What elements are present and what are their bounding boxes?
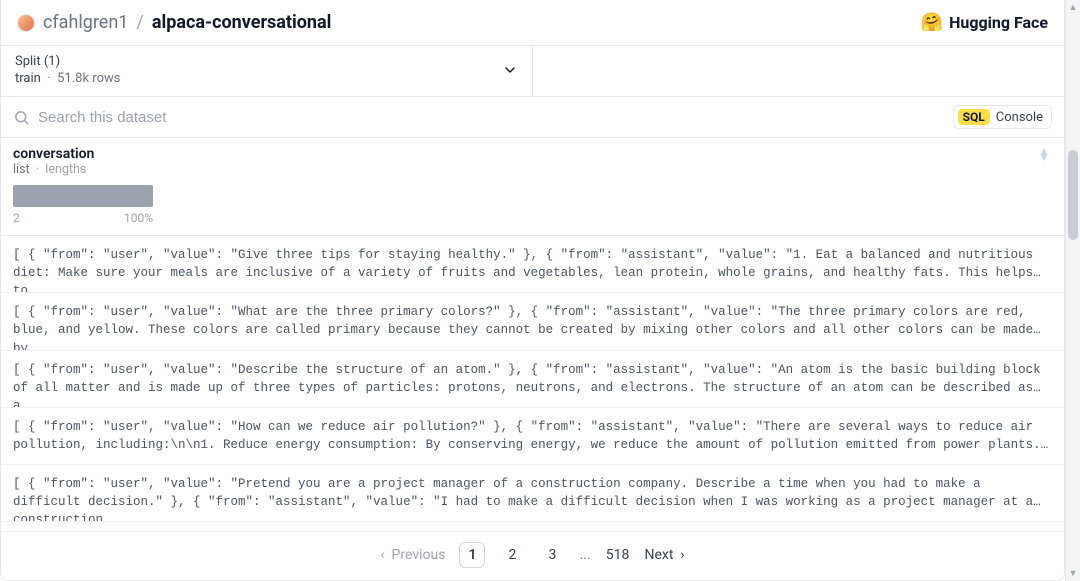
brand-logo[interactable]: 🤗 Hugging Face: [921, 12, 1048, 33]
dataset-name[interactable]: alpaca-conversational: [152, 12, 332, 33]
huggingface-icon: 🤗: [921, 12, 943, 33]
owner-link[interactable]: cfahlgren1: [43, 12, 128, 33]
pagination: ‹ Previous 1 2 3 ... 518 Next ›: [1, 531, 1064, 580]
split-row: Split (1) train · 51.8k rows: [1, 46, 1064, 97]
rows-container: [ { "from": "user", "value": "Give three…: [1, 236, 1064, 531]
split-selector[interactable]: Split (1) train · 51.8k rows: [1, 46, 533, 96]
sql-console-button[interactable]: SQL Console: [953, 105, 1052, 129]
page-2-button[interactable]: 2: [499, 542, 525, 568]
split-label: Split (1): [15, 54, 120, 69]
header-bar: cfahlgren1 / alpaca-conversational 🤗 Hug…: [1, 0, 1064, 46]
scrollbar-thumb[interactable]: [1068, 150, 1078, 240]
breadcrumb: cfahlgren1 / alpaca-conversational: [17, 12, 331, 33]
table-row[interactable]: [ { "from": "user", "value": "Write a co…: [1, 522, 1064, 531]
page-ellipsis: ...: [579, 547, 590, 563]
table-row[interactable]: [ { "from": "user", "value": "What are t…: [1, 293, 1064, 350]
search-input[interactable]: [38, 109, 941, 126]
brand-label: Hugging Face: [949, 13, 1048, 32]
sql-console-label: Console: [996, 110, 1043, 125]
split-meta: train · 51.8k rows: [15, 71, 120, 86]
chevron-down-icon: [502, 62, 518, 78]
table-row[interactable]: [ { "from": "user", "value": "Pretend yo…: [1, 465, 1064, 522]
page-last-button[interactable]: 518: [605, 542, 631, 568]
column-header[interactable]: ▲▼ conversation list · lengths 2 100%: [1, 138, 1064, 236]
column-name: conversation: [13, 146, 1052, 162]
page-1-button[interactable]: 1: [459, 542, 485, 568]
search-row: SQL Console: [1, 97, 1064, 138]
split-name: train: [15, 71, 41, 86]
hist-min: 2: [13, 211, 20, 225]
scroll-up-arrow-icon[interactable]: ▲: [1066, 0, 1080, 15]
column-type: list · lengths: [13, 162, 1052, 177]
chevron-right-icon: ›: [680, 547, 684, 563]
sql-chip: SQL: [958, 109, 990, 125]
breadcrumb-separator: /: [136, 12, 143, 33]
prev-button[interactable]: ‹ Previous: [380, 547, 445, 563]
page-3-button[interactable]: 3: [539, 542, 565, 568]
search-icon: [13, 109, 30, 126]
table-row[interactable]: [ { "from": "user", "value": "How can we…: [1, 408, 1064, 465]
column-histogram: 2 100%: [13, 185, 153, 225]
table-row[interactable]: [ { "from": "user", "value": "Give three…: [1, 236, 1064, 293]
vertical-scrollbar[interactable]: ▲ ▼: [1065, 0, 1080, 581]
split-rowcount: 51.8k rows: [57, 71, 120, 86]
sort-icon[interactable]: ▲▼: [1038, 148, 1050, 160]
next-button[interactable]: Next ›: [645, 547, 685, 563]
scroll-down-arrow-icon[interactable]: ▼: [1066, 566, 1080, 581]
hist-max: 100%: [124, 211, 153, 225]
table-row[interactable]: [ { "from": "user", "value": "Describe t…: [1, 351, 1064, 408]
chevron-left-icon: ‹: [380, 547, 384, 563]
owner-avatar[interactable]: [17, 14, 35, 32]
